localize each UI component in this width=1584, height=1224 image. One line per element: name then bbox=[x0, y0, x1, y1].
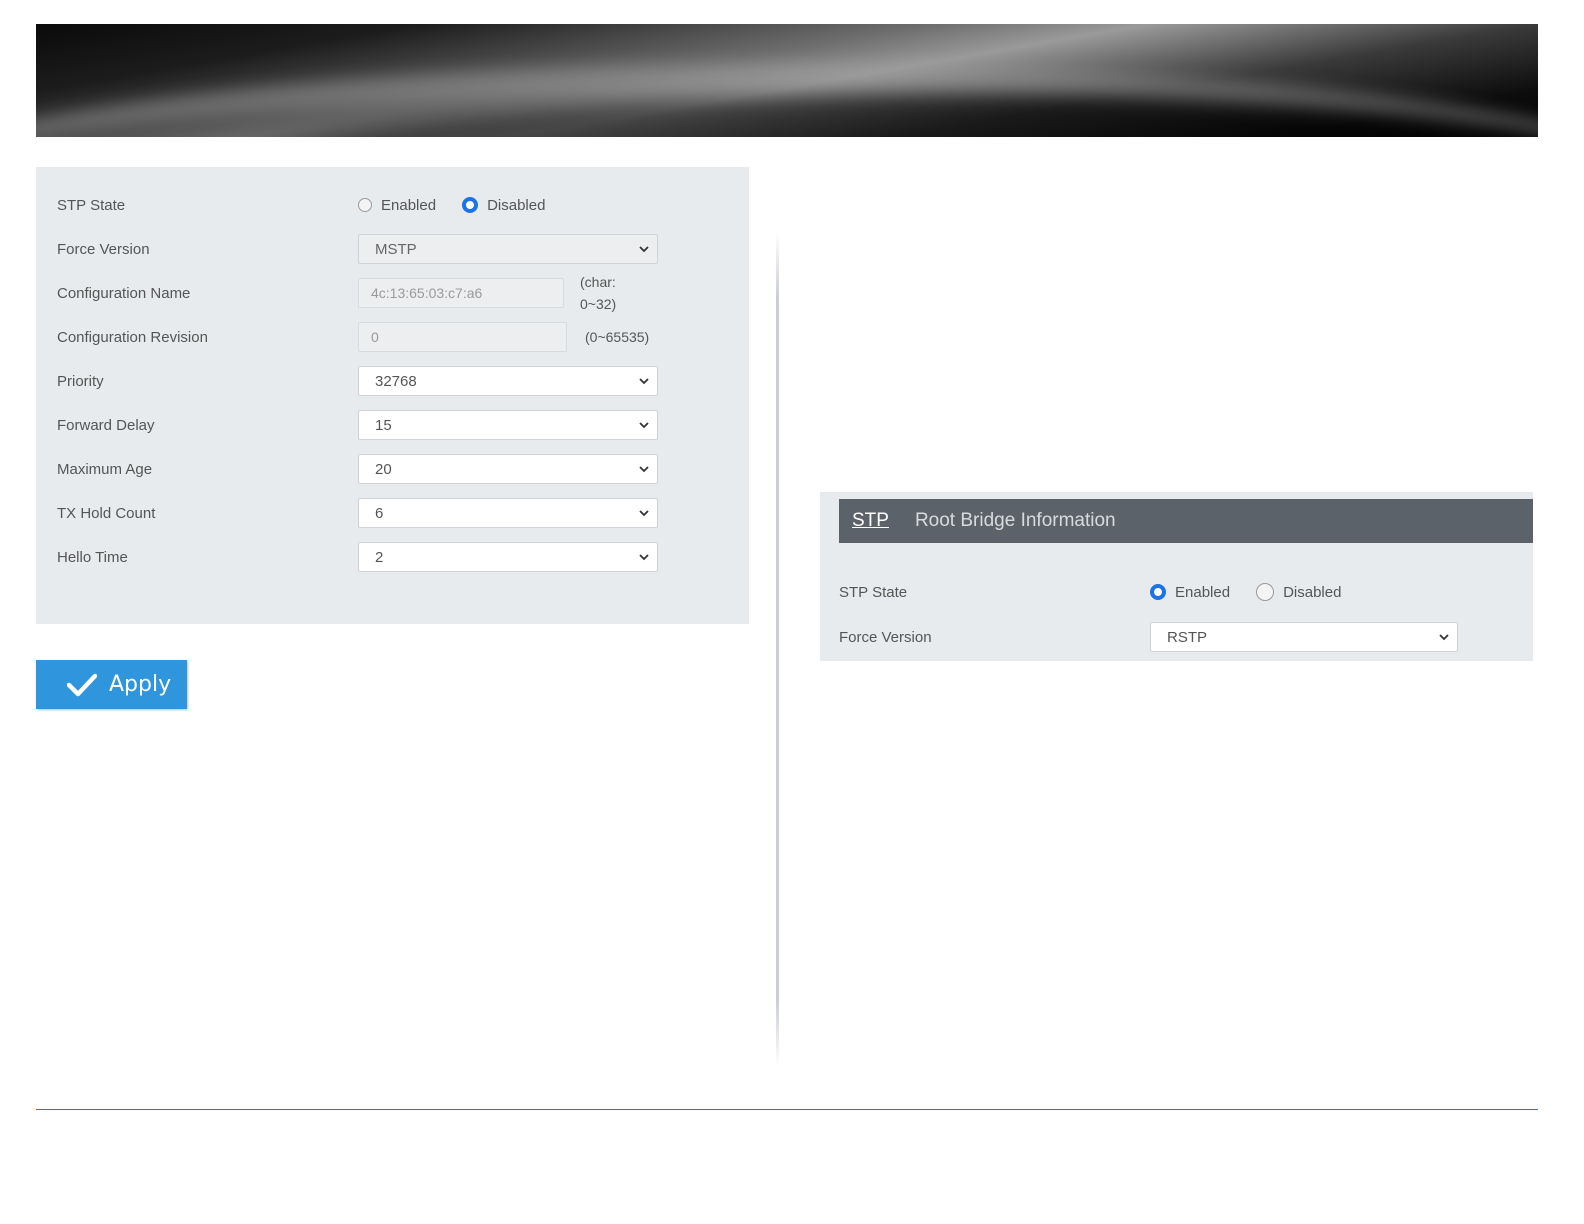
right-stp-state-radio-group: Enabled Disabled bbox=[1150, 583, 1367, 601]
panel-header: STP Root Bridge Information bbox=[839, 499, 1533, 543]
right-stp-state-disabled-option[interactable]: Disabled bbox=[1256, 583, 1341, 601]
configuration-revision-value: 0 bbox=[371, 329, 379, 345]
right-stp-state-label: STP State bbox=[839, 583, 908, 601]
right-stp-state-disabled-label: Disabled bbox=[1283, 583, 1342, 601]
configuration-name-hint-line1: (char: bbox=[580, 274, 616, 290]
right-stp-state-enabled-radio[interactable] bbox=[1150, 584, 1166, 600]
force-version-label: Force Version bbox=[57, 240, 150, 258]
hello-time-row: Hello Time 2 bbox=[57, 542, 658, 572]
right-stp-state-enabled-option[interactable]: Enabled bbox=[1150, 584, 1230, 601]
root-bridge-panel: STP Root Bridge Information STP State En… bbox=[820, 492, 1533, 661]
footer-rule bbox=[36, 1109, 1538, 1110]
stp-state-enabled-radio[interactable] bbox=[358, 198, 372, 212]
maximum-age-label: Maximum Age bbox=[57, 460, 153, 478]
configuration-revision-row: Configuration Revision 0 (0~65535) bbox=[57, 322, 649, 352]
forward-delay-select[interactable]: 15 bbox=[358, 410, 658, 440]
right-force-version-row: Force Version RSTP bbox=[839, 622, 1458, 652]
stp-state-disabled-option[interactable]: Disabled bbox=[462, 197, 545, 214]
right-force-version-value: RSTP bbox=[1167, 628, 1208, 646]
force-version-row: Force Version MSTP bbox=[57, 234, 658, 264]
configuration-name-hint-line2: 0~32) bbox=[580, 296, 617, 312]
stp-state-disabled-label: Disabled bbox=[487, 196, 546, 214]
right-stp-state-enabled-label: Enabled bbox=[1175, 583, 1231, 601]
chevron-down-icon bbox=[639, 246, 649, 253]
apply-button-label: Apply bbox=[109, 672, 172, 697]
tab-stp[interactable]: STP bbox=[852, 510, 889, 532]
chevron-down-icon bbox=[1439, 634, 1449, 641]
maximum-age-row: Maximum Age 20 bbox=[57, 454, 658, 484]
tx-hold-count-value: 6 bbox=[375, 504, 384, 522]
configuration-name-input[interactable]: 4c:13:65:03:c7:a6 bbox=[358, 278, 564, 308]
forward-delay-value: 15 bbox=[375, 416, 392, 434]
tx-hold-count-select[interactable]: 6 bbox=[358, 498, 658, 528]
right-stp-state-row: STP State Enabled Disabled bbox=[839, 577, 1367, 607]
stp-state-enabled-label: Enabled bbox=[381, 196, 437, 214]
priority-row: Priority 32768 bbox=[57, 366, 658, 396]
force-version-select[interactable]: MSTP bbox=[358, 234, 658, 264]
tx-hold-count-label: TX Hold Count bbox=[57, 504, 156, 522]
chevron-down-icon bbox=[639, 466, 649, 473]
stp-state-enabled-option[interactable]: Enabled bbox=[358, 197, 436, 214]
configuration-name-hint: (char: 0~32) bbox=[580, 271, 616, 315]
chevron-down-icon bbox=[639, 554, 649, 561]
priority-label: Priority bbox=[57, 372, 104, 390]
stp-state-disabled-radio[interactable] bbox=[462, 197, 479, 213]
right-force-version-select[interactable]: RSTP bbox=[1150, 622, 1458, 652]
hello-time-select[interactable]: 2 bbox=[358, 542, 658, 572]
stp-state-label: STP State bbox=[57, 196, 126, 214]
forward-delay-label: Forward Delay bbox=[57, 416, 155, 434]
configuration-revision-input[interactable]: 0 bbox=[358, 322, 567, 352]
right-stp-state-disabled-radio[interactable] bbox=[1256, 583, 1275, 601]
chevron-down-icon bbox=[639, 422, 649, 429]
hello-time-label: Hello Time bbox=[57, 548, 128, 566]
force-version-value: MSTP bbox=[375, 240, 417, 258]
stp-settings-panel: STP State Enabled Disabled Force Version… bbox=[36, 167, 749, 624]
column-divider bbox=[776, 232, 779, 1067]
maximum-age-select[interactable]: 20 bbox=[358, 454, 658, 484]
header-banner bbox=[36, 24, 1538, 137]
maximum-age-value: 20 bbox=[375, 460, 392, 478]
chevron-down-icon bbox=[639, 378, 649, 385]
configuration-revision-hint: (0~65535) bbox=[585, 329, 650, 345]
checkmark-icon bbox=[67, 673, 97, 696]
priority-select[interactable]: 32768 bbox=[358, 366, 658, 396]
tab-root-bridge-information[interactable]: Root Bridge Information bbox=[915, 510, 1116, 532]
priority-value: 32768 bbox=[375, 372, 417, 390]
chevron-down-icon bbox=[639, 510, 649, 517]
stp-state-radio-group: Enabled Disabled bbox=[358, 197, 571, 214]
apply-button[interactable]: Apply bbox=[36, 660, 187, 709]
right-force-version-label: Force Version bbox=[839, 628, 932, 646]
tx-hold-count-row: TX Hold Count 6 bbox=[57, 498, 658, 528]
stp-state-row: STP State Enabled Disabled bbox=[57, 190, 571, 220]
configuration-revision-label: Configuration Revision bbox=[57, 328, 208, 346]
configuration-name-label: Configuration Name bbox=[57, 284, 191, 302]
hello-time-value: 2 bbox=[375, 548, 384, 566]
forward-delay-row: Forward Delay 15 bbox=[57, 410, 658, 440]
configuration-name-row: Configuration Name 4c:13:65:03:c7:a6 (ch… bbox=[57, 274, 616, 312]
configuration-name-value: 4c:13:65:03:c7:a6 bbox=[371, 285, 483, 301]
